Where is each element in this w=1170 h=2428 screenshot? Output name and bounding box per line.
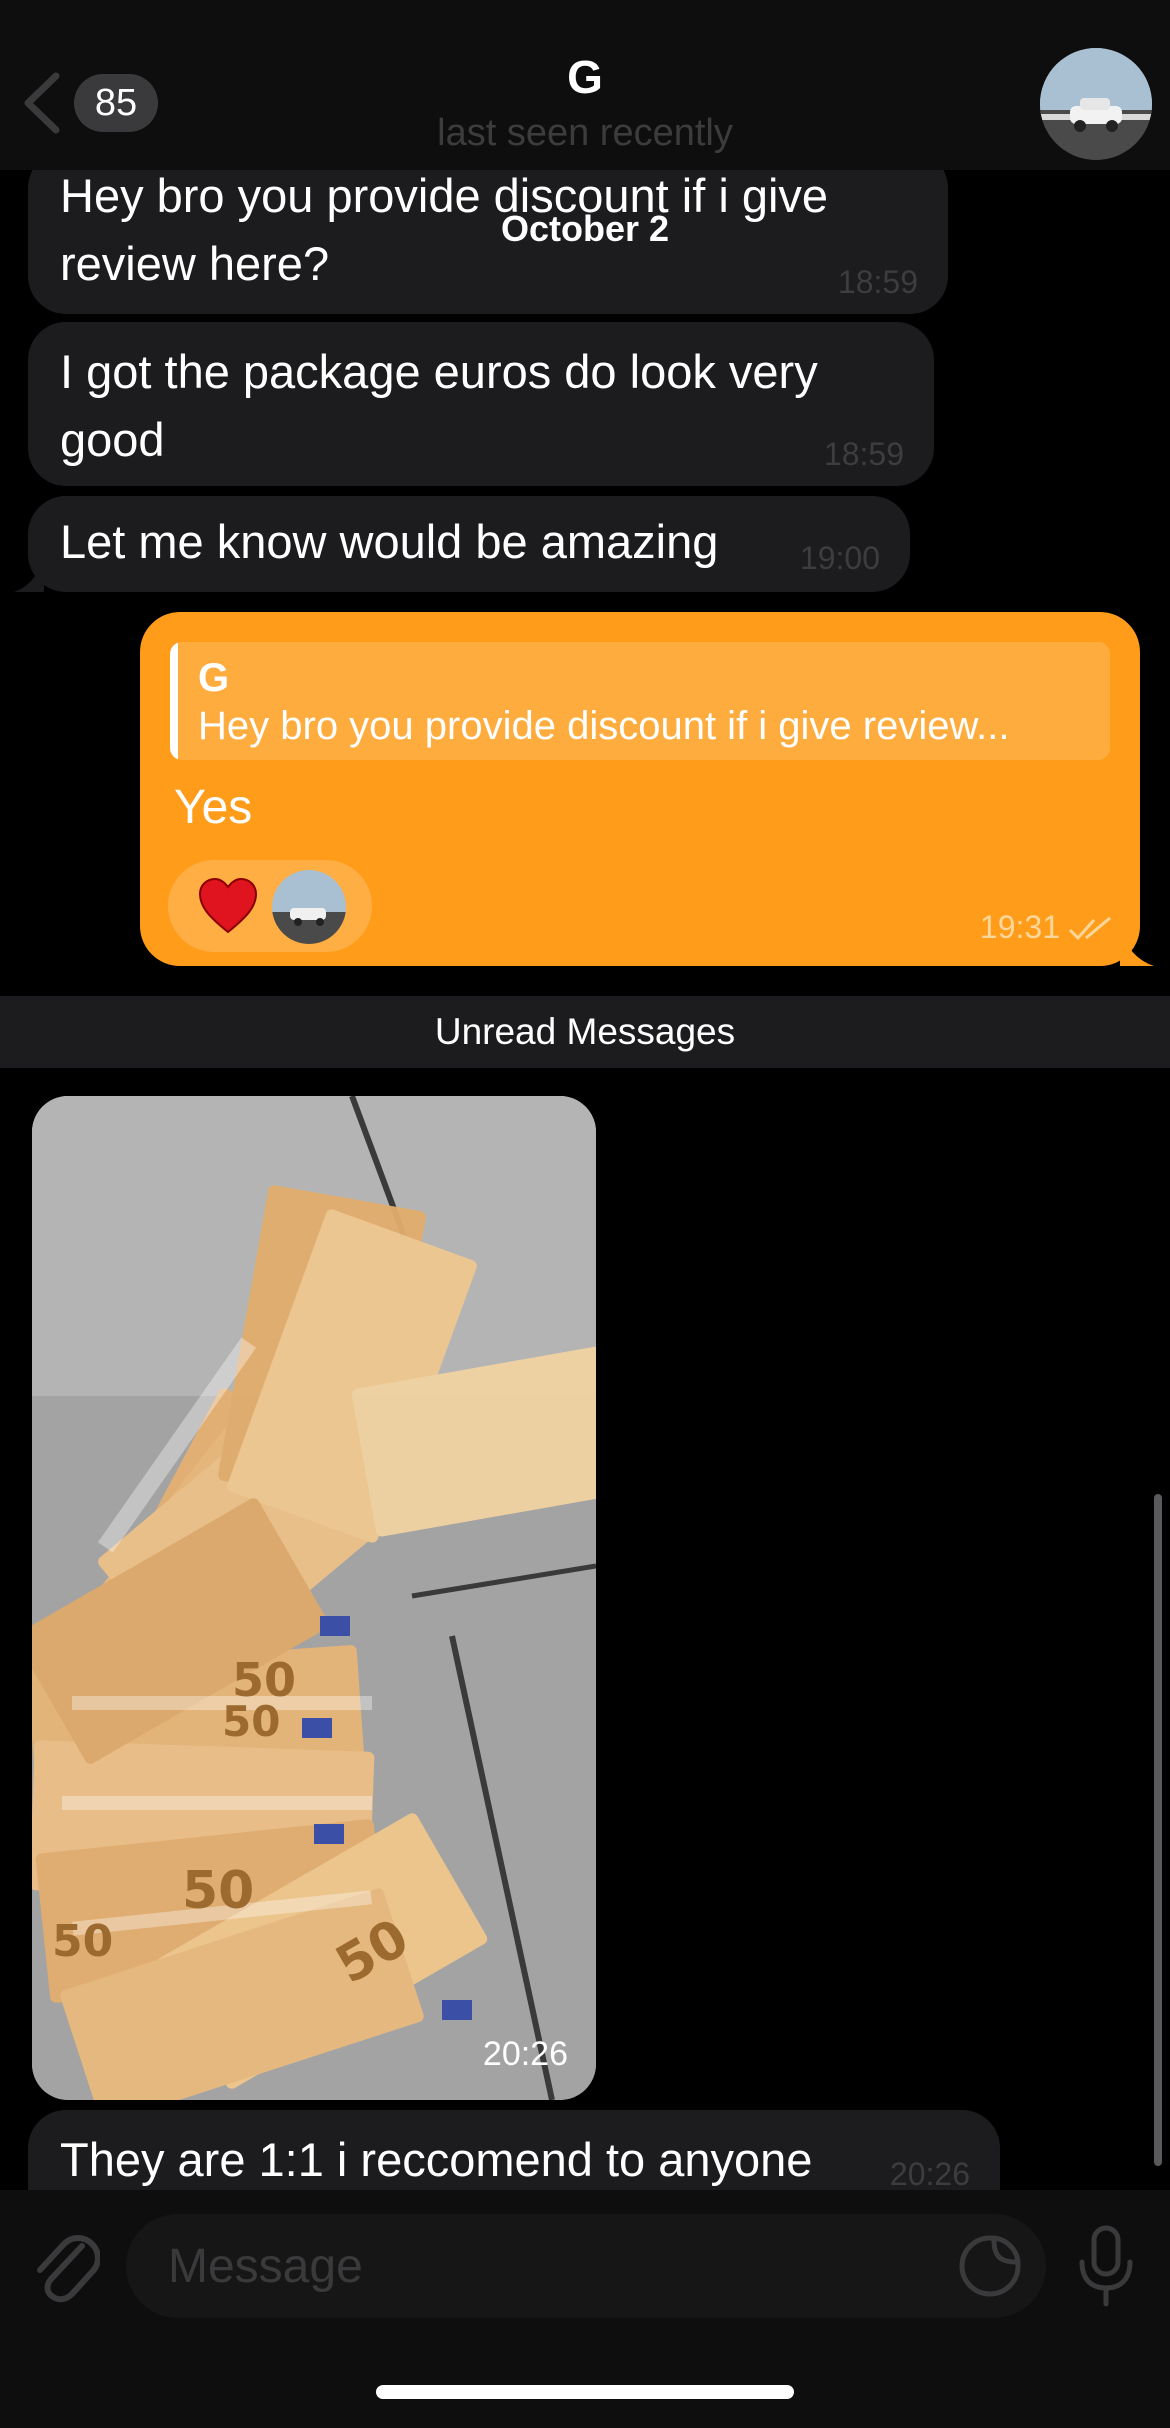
scrollbar[interactable] [1154, 1494, 1162, 2166]
reply-author: G [198, 656, 230, 700]
heart-icon [198, 878, 258, 934]
banknotes-photo: 50 50 50 50 50 [32, 1096, 596, 2100]
double-check-icon [1068, 916, 1111, 941]
date-separator: October 2 [500, 208, 670, 249]
sticker-icon[interactable] [958, 2234, 1022, 2298]
reaction-chip[interactable] [168, 860, 372, 952]
photo-message[interactable]: 50 50 50 50 50 20:26 [32, 1096, 596, 2100]
message-input[interactable] [126, 2214, 1046, 2318]
bubble-tail [14, 562, 44, 592]
paperclip-icon[interactable] [30, 2226, 100, 2306]
message-text-line: They are 1:1 i reccomend to anyone [60, 2133, 813, 2186]
message-time: 19:00 [799, 540, 880, 576]
message-time: 19:31 [979, 909, 1060, 945]
bubble-tail [1120, 930, 1154, 966]
svg-text:50: 50 [182, 1861, 254, 1921]
message-time: 18:59 [837, 264, 918, 300]
reactor-avatar [272, 870, 346, 944]
message-time: 18:59 [823, 436, 904, 472]
incoming-message[interactable]: I got the package euros do look very goo… [28, 322, 934, 486]
unread-messages-separator: Unread Messages [0, 996, 1170, 1068]
microphone-icon[interactable] [1076, 2224, 1136, 2308]
message-text-line: good [60, 413, 165, 466]
svg-text:50: 50 [52, 1916, 113, 1967]
reply-bar [170, 642, 178, 760]
incoming-message[interactable]: Let me know would be amazing 19:00 [28, 496, 910, 592]
message-text-line: I got the package euros do look very [60, 345, 818, 398]
message-text-line: Let me know would be amazing [60, 515, 719, 568]
photo-time: 20:26 [482, 2035, 568, 2073]
contact-avatar[interactable] [1040, 48, 1152, 160]
outgoing-message[interactable]: G Hey bro you provide discount if i give… [140, 612, 1140, 966]
reply-text: Hey bro you provide discount if i give r… [198, 704, 1010, 748]
contact-status: last seen recently [437, 112, 733, 154]
message-text: Yes [174, 781, 253, 834]
chat-header: 85 G last seen recently [0, 0, 1170, 170]
svg-text:50: 50 [222, 1697, 280, 1746]
contact-name[interactable]: G [0, 50, 1170, 104]
home-indicator[interactable] [376, 2385, 794, 2399]
message-time: 20:26 [889, 2156, 970, 2192]
reply-quote[interactable]: G Hey bro you provide discount if i give… [170, 642, 1110, 760]
